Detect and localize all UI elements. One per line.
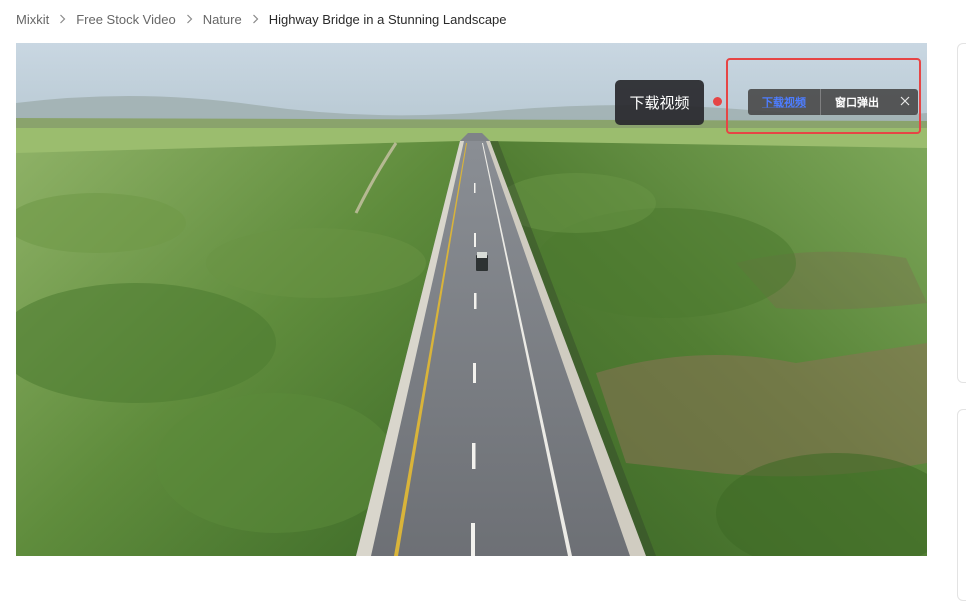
window-popup-button[interactable]: 窗口弹出 [821,94,893,110]
close-icon[interactable] [893,95,917,110]
breadcrumb-link-nature[interactable]: Nature [203,12,242,27]
pointer-dot [713,97,722,106]
breadcrumb-link-free-stock-video[interactable]: Free Stock Video [76,12,175,27]
chevron-right-icon [60,14,66,24]
video-download-bar: 下载视频 窗口弹出 [748,89,918,115]
breadcrumb-current: Highway Bridge in a Stunning Landscape [268,11,507,27]
breadcrumb-link-mixkit[interactable]: Mixkit [16,12,49,27]
chevron-right-icon [186,14,193,24]
download-tooltip: 下载视频 [615,80,704,125]
side-card-top [957,43,966,383]
chevron-right-icon [252,14,259,24]
tooltip-label: 下载视频 [629,94,690,112]
breadcrumb: Mixkit Free Stock Video Nature Highway B… [16,10,507,28]
download-video-button[interactable]: 下载视频 [748,94,820,110]
close-icon-glyph [900,96,910,105]
side-card-bottom [957,409,966,601]
